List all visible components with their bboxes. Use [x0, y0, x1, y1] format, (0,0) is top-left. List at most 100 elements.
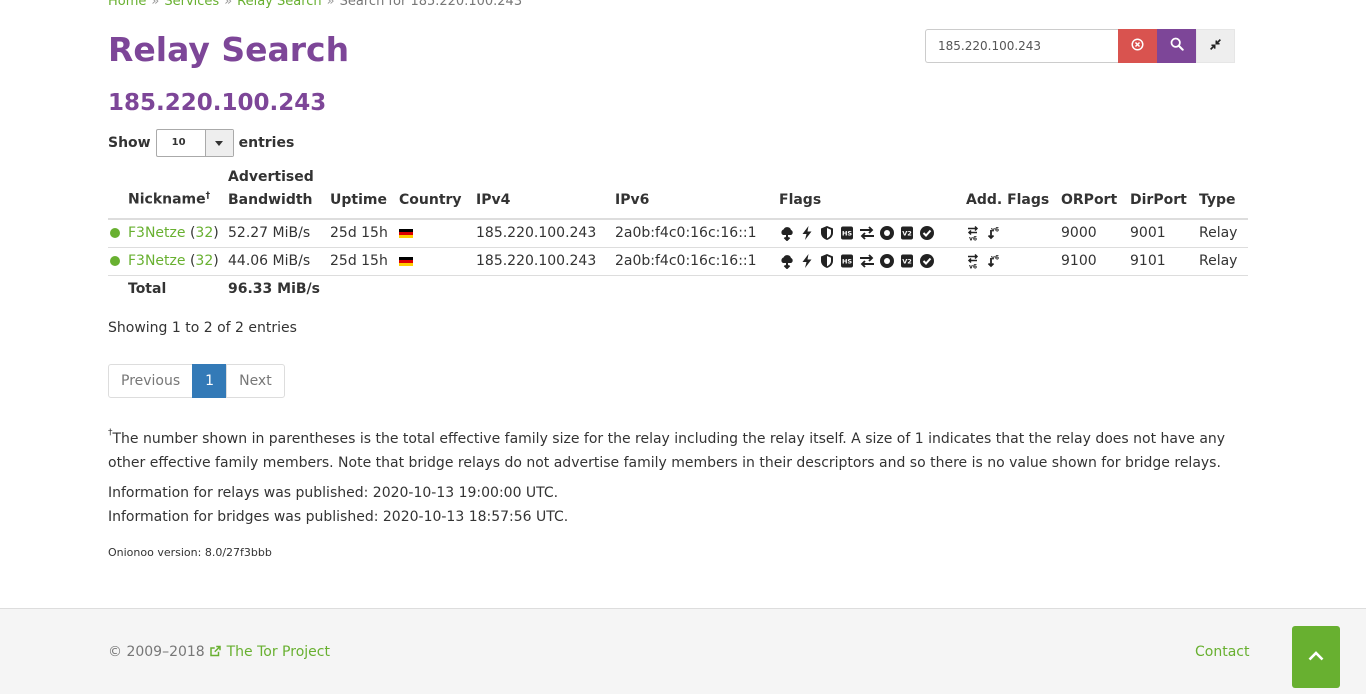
- relay-nickname-link[interactable]: F3Netze: [128, 253, 186, 269]
- stable-icon[interactable]: [859, 225, 875, 241]
- country-cell: [399, 247, 476, 276]
- search-icon: [1170, 37, 1184, 55]
- bandwidth-cell: 52.27 MiB/s: [228, 219, 330, 248]
- breadcrumb: Home » Services » Relay Search » Search for 18…: [108, 0, 522, 9]
- type-cell: Relay: [1199, 247, 1248, 276]
- contact-link[interactable]: Contact: [1195, 644, 1249, 660]
- page-title: Relay Search: [108, 30, 350, 69]
- add-flags-cell: v6 v6: [966, 219, 1061, 248]
- svg-text:v6: v6: [991, 255, 999, 262]
- hsdir-badge-icon[interactable]: HS: [839, 225, 855, 241]
- running-icon[interactable]: [879, 253, 895, 269]
- ipv6-exit-icon[interactable]: v6: [966, 225, 982, 241]
- entries-select[interactable]: 10: [155, 129, 234, 157]
- ipv4-cell: 185.220.100.243: [476, 219, 615, 248]
- bandwidth-cell: 44.06 MiB/s: [228, 247, 330, 276]
- v2dir-icon[interactable]: V2: [899, 225, 915, 241]
- status-column-header: [108, 166, 128, 220]
- entries-label: entries: [238, 135, 295, 151]
- table-info: Showing 1 to 2 of 2 entries: [108, 320, 297, 336]
- nickname-cell: F3Netze (32): [128, 219, 228, 248]
- footer-copyright: © 2009–2018 The Tor Project: [108, 644, 330, 660]
- country-cell: [399, 219, 476, 248]
- times-circle-icon: [1131, 37, 1144, 55]
- ipv6-column-header[interactable]: IPv6: [615, 166, 779, 220]
- table-row[interactable]: F3Netze (32) 44.06 MiB/s 25d 15h 185.220…: [108, 247, 1248, 276]
- valid-icon[interactable]: [919, 225, 935, 241]
- v2dir-icon[interactable]: V2: [899, 253, 915, 269]
- ipv6-exit-icon[interactable]: v6: [966, 253, 982, 269]
- stable-icon[interactable]: [859, 253, 875, 269]
- family-size-link[interactable]: 32: [195, 253, 213, 269]
- search-input[interactable]: [925, 29, 1118, 63]
- running-dot-icon: [110, 228, 120, 239]
- back-to-top-button[interactable]: [1292, 626, 1340, 688]
- clear-search-button[interactable]: [1118, 29, 1157, 63]
- table-row[interactable]: F3Netze (32) 52.27 MiB/s 25d 15h 185.220…: [108, 219, 1248, 248]
- footnote-text: The number shown in parentheses is the t…: [108, 431, 1226, 471]
- guard-icon[interactable]: [819, 253, 835, 269]
- guard-icon[interactable]: [819, 225, 835, 241]
- compact-view-button[interactable]: [1196, 29, 1235, 63]
- hsdir-icon[interactable]: [779, 253, 795, 269]
- breadcrumb-separator: »: [326, 0, 335, 9]
- tor-project-link[interactable]: The Tor Project: [209, 644, 330, 660]
- family-size-link[interactable]: 32: [195, 225, 213, 241]
- breadcrumb-home[interactable]: Home: [108, 0, 146, 9]
- svg-text:V2: V2: [902, 258, 912, 266]
- hsdir-badge-icon[interactable]: HS: [839, 253, 855, 269]
- paren-close: ): [213, 253, 219, 269]
- total-spacer: [108, 275, 128, 303]
- running-dot-icon: [110, 256, 120, 266]
- dirport-cell: 9101: [1130, 247, 1199, 276]
- orport-cell: 9000: [1061, 219, 1130, 248]
- add-flags-column-header[interactable]: Add. Flags: [966, 166, 1061, 220]
- flags-cell: HS V2: [779, 219, 966, 248]
- search-query-heading: 185.220.100.243: [108, 90, 327, 116]
- running-icon[interactable]: [879, 225, 895, 241]
- ipv6-reachable-icon[interactable]: v6: [986, 225, 1002, 241]
- bridges-published: Information for bridges was published: 2…: [108, 509, 569, 525]
- orport-column-header[interactable]: ORPort: [1061, 166, 1130, 220]
- add-flags-cell: v6 v6: [966, 247, 1061, 276]
- valid-icon[interactable]: [919, 253, 935, 269]
- uptime-column-header[interactable]: Uptime: [330, 166, 399, 220]
- flags-column-header[interactable]: Flags: [779, 166, 966, 220]
- previous-page-button[interactable]: Previous: [108, 364, 194, 398]
- ipv6-reachable-icon[interactable]: v6: [986, 253, 1002, 269]
- copyright-text: © 2009–2018: [108, 644, 205, 660]
- breadcrumb-services[interactable]: Services: [164, 0, 219, 9]
- ipv4-column-header[interactable]: IPv4: [476, 166, 615, 220]
- country-column-header[interactable]: Country: [399, 166, 476, 220]
- tor-project-label: The Tor Project: [226, 644, 330, 660]
- relay-nickname-link[interactable]: F3Netze: [128, 225, 186, 241]
- next-page-button[interactable]: Next: [226, 364, 285, 398]
- show-label: Show: [108, 135, 151, 151]
- search-button[interactable]: [1157, 29, 1196, 63]
- fast-icon[interactable]: [799, 225, 815, 241]
- type-column-header[interactable]: Type: [1199, 166, 1248, 220]
- fast-icon[interactable]: [799, 253, 815, 269]
- germany-flag-icon[interactable]: [399, 228, 413, 238]
- external-link-icon: [209, 644, 222, 660]
- svg-text:v6: v6: [969, 264, 977, 270]
- chevron-up-icon: [1308, 649, 1324, 665]
- uptime-cell: 25d 15h: [330, 219, 399, 248]
- nickname-column-header[interactable]: Nickname†: [128, 166, 228, 220]
- orport-cell: 9100: [1061, 247, 1130, 276]
- uptime-cell: 25d 15h: [330, 247, 399, 276]
- page-1-button[interactable]: 1: [192, 364, 228, 398]
- table-header-row: Nickname† Advertised Bandwidth Uptime Cou…: [108, 166, 1248, 220]
- germany-flag-icon[interactable]: [399, 256, 413, 266]
- ipv4-cell: 185.220.100.243: [476, 247, 615, 276]
- svg-text:HS: HS: [842, 258, 852, 266]
- svg-text:V2: V2: [902, 230, 912, 238]
- dirport-column-header[interactable]: DirPort: [1130, 166, 1199, 220]
- entries-select-value: 10: [171, 137, 186, 148]
- status-cell: [108, 219, 128, 248]
- flags-cell: HS V2: [779, 247, 966, 276]
- status-cell: [108, 247, 128, 276]
- bandwidth-column-header[interactable]: Advertised Bandwidth: [228, 166, 330, 220]
- breadcrumb-relay-search[interactable]: Relay Search: [237, 0, 322, 9]
- hsdir-icon[interactable]: [779, 225, 795, 242]
